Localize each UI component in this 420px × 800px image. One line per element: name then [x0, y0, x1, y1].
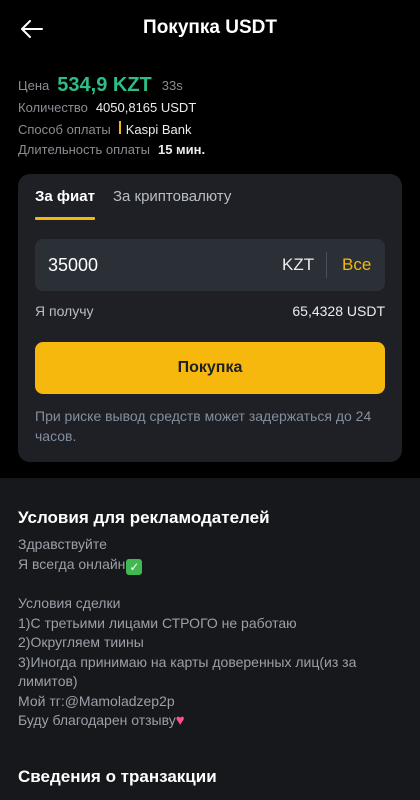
transaction-details-title: Сведения о транзакции [18, 767, 217, 786]
risk-note: При риске вывод средств может задержатьс… [35, 408, 372, 444]
receive-value: 65,4328 USDT [292, 303, 385, 319]
terms-line: Условия сделки [18, 595, 121, 611]
quantity-label: Количество [18, 100, 88, 115]
price-label: Цена [18, 77, 50, 93]
receive-label: Я получу [35, 303, 94, 319]
advertiser-terms: Условия для рекламодателей Здравствуйте … [18, 508, 402, 731]
terms-line: 3)Иногда принимаю на карты доверенных ли… [18, 653, 357, 690]
quantity-row: Количество 4050,8165 USDT [18, 100, 402, 121]
app-header: Покупка USDT [0, 0, 420, 58]
duration-label: Длительность оплаты [18, 142, 150, 157]
all-amount-button[interactable]: Все [342, 255, 371, 275]
terms-line: Буду благодарен отзыву♥ [18, 711, 402, 731]
duration-value: 15 мин. [157, 142, 206, 157]
payment-label: Способ оплаты [18, 122, 111, 137]
order-tabs: За фиат За криптовалюту [35, 188, 249, 220]
price-row: Цена 534,9 KZT 33s [18, 70, 402, 100]
terms-text: Здравствуйте Я всегда онлайн ✓ Условия сд… [18, 535, 402, 731]
receive-row: Я получу 65,4328 USDT [35, 301, 385, 321]
order-card: За фиат За криптовалюту KZT Все Я получу… [18, 174, 402, 462]
terms-line-text: Буду благодарен отзыву [18, 712, 176, 728]
terms-line-text: Я всегда онлайн [18, 555, 126, 572]
offer-info: Цена 534,9 KZT 33s Количество 4050,8165 … [18, 70, 402, 163]
buy-button[interactable]: Покупка [35, 342, 385, 394]
payment-value: Kaspi Bank [125, 122, 192, 137]
amount-currency: KZT [282, 255, 315, 274]
amount-field: KZT Все [35, 239, 385, 291]
terms-line: 2)Округляем тиины [18, 634, 144, 650]
check-mark-icon: ✓ [126, 558, 143, 575]
terms-line: 1)С третьими лицами СТРОГО не работаю [18, 614, 297, 631]
price-timer: 33s [161, 77, 183, 93]
payment-method-marker [118, 121, 121, 134]
terms-line: Я всегда онлайн ✓ [18, 555, 402, 575]
terms-line [18, 575, 402, 595]
price-value: 534,9 KZT [57, 73, 152, 96]
terms-title: Условия для рекламодателей [18, 508, 270, 527]
terms-line: Мой тг:@Mamoladzep2p [18, 692, 175, 709]
tab-crypto[interactable]: За криптовалюту [113, 188, 231, 220]
duration-row: Длительность оплаты 15 мин. [18, 142, 402, 163]
terms-line: Здравствуйте [18, 536, 107, 552]
tab-fiat[interactable]: За фиат [35, 188, 95, 220]
heart-icon: ♥ [175, 712, 185, 729]
field-divider [326, 252, 327, 278]
payment-row: Способ оплаты Kaspi Bank [18, 121, 402, 142]
page-title: Покупка USDT [143, 17, 277, 38]
quantity-value: 4050,8165 USDT [95, 100, 197, 115]
amount-input[interactable] [48, 239, 228, 291]
